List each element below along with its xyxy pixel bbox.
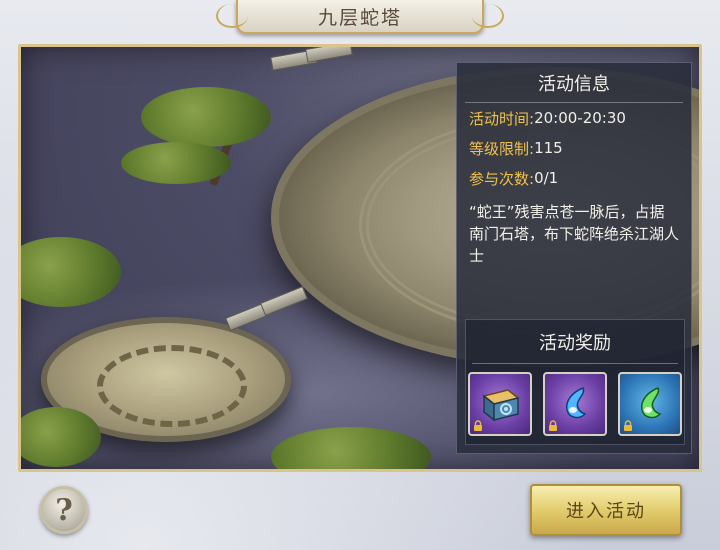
info-row-level: 等级限制: 115 — [457, 133, 691, 163]
rewards-header: 活动奖励 — [472, 320, 678, 364]
reward-item-blue-gem[interactable] — [543, 372, 607, 436]
reward-item-green-gem[interactable] — [618, 372, 682, 436]
info-key: 参与次数: — [469, 169, 535, 188]
lock-icon — [624, 420, 632, 431]
rewards-section: 活动奖励 — [465, 319, 685, 445]
title-plate: 九层蛇塔 — [216, 0, 504, 34]
activity-info-panel: 活动信息 活动时间: 20:00-20:30 等级限制: 115 参与次数: 0… — [456, 62, 692, 454]
reward-list — [466, 364, 684, 436]
info-value: 115 — [534, 139, 563, 157]
blue-spirit-gem-icon — [565, 387, 587, 419]
info-header: 活动信息 — [465, 63, 683, 103]
enter-activity-button[interactable]: 进入活动 — [530, 484, 682, 536]
window-title: 九层蛇塔 — [317, 6, 402, 29]
info-key: 活动时间: — [469, 109, 535, 128]
lock-icon — [474, 420, 482, 431]
info-key: 等级限制: — [469, 139, 535, 158]
question-mark-icon: ? — [55, 492, 73, 528]
pine-tree — [141, 87, 271, 147]
reward-item-chest[interactable] — [468, 372, 532, 436]
info-row-time: 活动时间: 20:00-20:30 — [457, 103, 691, 133]
activity-description: “蛇王”残害点苍一脉后，占据南门石塔，布下蛇阵绝杀江湖人士 — [469, 203, 680, 265]
green-spirit-gem-icon — [640, 387, 662, 419]
info-row-attempts: 参与次数: 0/1 — [457, 163, 691, 193]
info-value: 0/1 — [534, 169, 559, 187]
pine-tree — [121, 142, 231, 184]
info-value: 20:00-20:30 — [534, 109, 626, 127]
help-button[interactable]: ? — [40, 486, 88, 534]
lock-icon — [549, 420, 557, 431]
treasure-chest-icon — [482, 389, 520, 422]
stone-bridge-step — [305, 47, 353, 63]
